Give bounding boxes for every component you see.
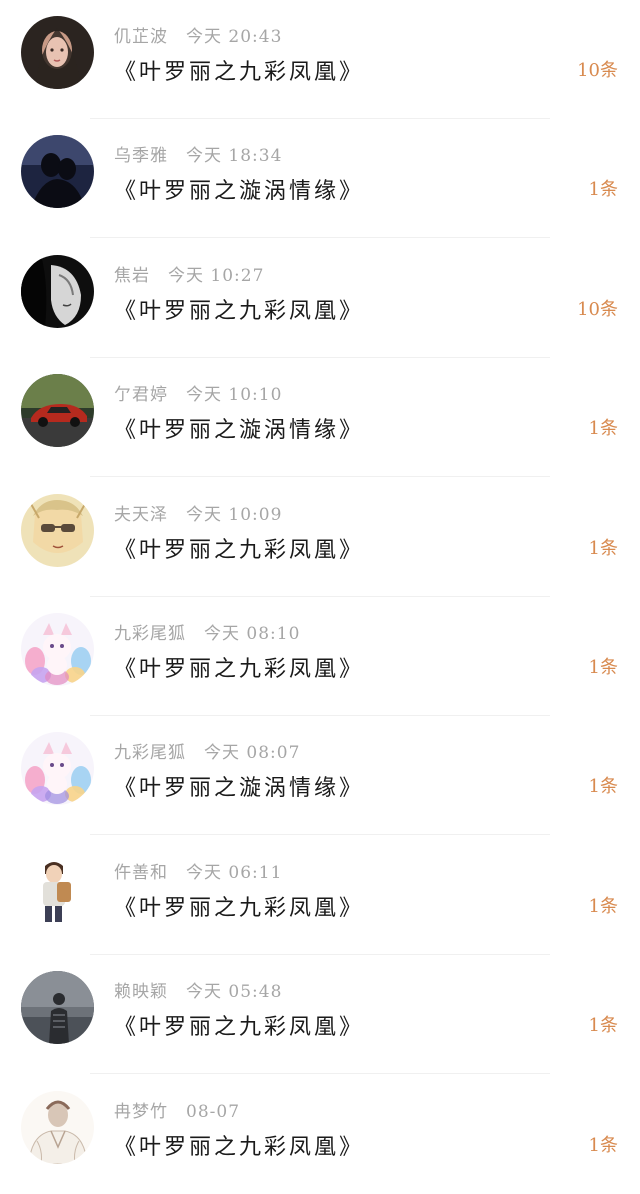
conversation-row[interactable]: 九彩尾狐 今天 08:07 《叶罗丽之漩涡情缘》 1条 xyxy=(0,716,640,836)
conversation-row[interactable]: 冉梦竹 08-07 《叶罗丽之九彩凤凰》 1条 xyxy=(0,1075,640,1194)
dark-couple-icon[interactable] xyxy=(21,135,94,209)
book-title[interactable]: 《叶罗丽之九彩凤凰》 xyxy=(114,651,364,683)
conversation-row[interactable]: 仵善和 今天 06:11 《叶罗丽之九彩凤凰》 1条 xyxy=(0,836,640,955)
book-title[interactable]: 《叶罗丽之漩涡情缘》 xyxy=(114,412,364,444)
message-count: 1条 xyxy=(588,1015,618,1037)
book-title[interactable]: 《叶罗丽之九彩凤凰》 xyxy=(114,1129,364,1161)
conversation-row[interactable]: 焦岩 今天 10:27 《叶罗丽之九彩凤凰》 10条 xyxy=(0,239,640,358)
user-name[interactable]: 仵善和 xyxy=(114,863,168,883)
message-count: 1条 xyxy=(588,537,618,559)
message-count: 1条 xyxy=(588,895,618,917)
conversation-list: 仉芷波 今天 20:43 《叶罗丽之九彩凤凰》 10条 乌季雅 今天 18:34 《叶罗丽… xyxy=(0,0,640,1185)
boy-backpack-icon[interactable] xyxy=(21,851,94,925)
timestamp: 08-07 xyxy=(186,1101,241,1122)
message-count: 1条 xyxy=(588,776,618,798)
row-meta: 仉芷波 今天 20:43 xyxy=(114,22,282,47)
conversation-row[interactable]: 仉芷波 今天 20:43 《叶罗丽之九彩凤凰》 10条 xyxy=(0,0,640,119)
bw-girl-icon[interactable] xyxy=(21,254,94,328)
user-name[interactable]: 焦岩 xyxy=(114,266,150,286)
conversation-row[interactable]: 亇君婷 今天 10:10 《叶罗丽之漩涡情缘》 1条 xyxy=(0,358,640,478)
timestamp: 今天 10:10 xyxy=(186,385,283,406)
timestamp: 今天 08:10 xyxy=(204,624,301,644)
user-name[interactable]: 赖映颖 xyxy=(114,982,168,1002)
message-count: 1条 xyxy=(588,418,618,440)
user-name[interactable]: 九彩尾狐 xyxy=(114,624,186,644)
user-name[interactable]: 亇君婷 xyxy=(114,385,168,405)
row-meta: 九彩尾狐 今天 08:10 xyxy=(114,619,300,644)
row-meta: 夫天泽 今天 10:09 xyxy=(114,500,282,525)
foggy-person-icon[interactable] xyxy=(21,971,94,1045)
row-meta: 赖映颖 今天 05:48 xyxy=(114,977,282,1002)
nine-tail-fox-icon[interactable] xyxy=(21,613,94,686)
timestamp: 今天 20:43 xyxy=(186,27,283,47)
book-title[interactable]: 《叶罗丽之九彩凤凰》 xyxy=(114,293,364,325)
nine-tail-fox-icon[interactable] xyxy=(21,732,94,806)
message-count: 1条 xyxy=(588,1134,618,1156)
timestamp: 今天 06:11 xyxy=(186,862,283,883)
timestamp: 今天 10:09 xyxy=(186,504,283,525)
user-name[interactable]: 九彩尾狐 xyxy=(114,743,186,763)
row-meta: 焦岩 今天 10:27 xyxy=(114,261,264,286)
conversation-row[interactable]: 夫天泽 今天 10:09 《叶罗丽之九彩凤凰》 1条 xyxy=(0,478,640,597)
user-name[interactable]: 仉芷波 xyxy=(114,27,168,47)
girl-portrait-icon[interactable] xyxy=(21,16,94,89)
user-name[interactable]: 乌季雅 xyxy=(114,146,168,166)
timestamp: 今天 08:07 xyxy=(204,743,301,764)
timestamp: 今天 18:34 xyxy=(186,146,283,167)
book-title[interactable]: 《叶罗丽之九彩凤凰》 xyxy=(114,890,364,922)
conversation-row[interactable]: 九彩尾狐 今天 08:10 《叶罗丽之九彩凤凰》 1条 xyxy=(0,597,640,716)
row-meta: 乌季雅 今天 18:34 xyxy=(114,141,282,166)
book-title[interactable]: 《叶罗丽之九彩凤凰》 xyxy=(114,1009,364,1041)
anime-sunglasses-icon[interactable] xyxy=(21,493,94,567)
red-car-icon[interactable] xyxy=(21,374,94,448)
row-meta: 九彩尾狐 今天 08:07 xyxy=(114,738,300,763)
message-count: 10条 xyxy=(577,60,618,81)
book-title[interactable]: 《叶罗丽之漩涡情缘》 xyxy=(114,770,364,802)
timestamp: 今天 05:48 xyxy=(186,982,283,1003)
row-meta: 亇君婷 今天 10:10 xyxy=(114,380,282,405)
timestamp: 今天 10:27 xyxy=(168,265,265,286)
row-meta: 仵善和 今天 06:11 xyxy=(114,858,282,883)
message-count: 1条 xyxy=(588,179,618,201)
message-count: 10条 xyxy=(577,298,618,320)
user-name[interactable]: 冉梦竹 xyxy=(114,1102,168,1122)
book-title[interactable]: 《叶罗丽之九彩凤凰》 xyxy=(114,54,364,86)
sketch-boy-icon[interactable] xyxy=(21,1090,94,1164)
book-title[interactable]: 《叶罗丽之九彩凤凰》 xyxy=(114,532,364,564)
conversation-row[interactable]: 乌季雅 今天 18:34 《叶罗丽之漩涡情缘》 1条 xyxy=(0,119,640,239)
message-count: 1条 xyxy=(588,657,618,678)
conversation-row[interactable]: 赖映颖 今天 05:48 《叶罗丽之九彩凤凰》 1条 xyxy=(0,955,640,1075)
book-title[interactable]: 《叶罗丽之漩涡情缘》 xyxy=(114,173,364,205)
row-meta: 冉梦竹 08-07 xyxy=(114,1097,240,1122)
user-name[interactable]: 夫天泽 xyxy=(114,505,168,525)
